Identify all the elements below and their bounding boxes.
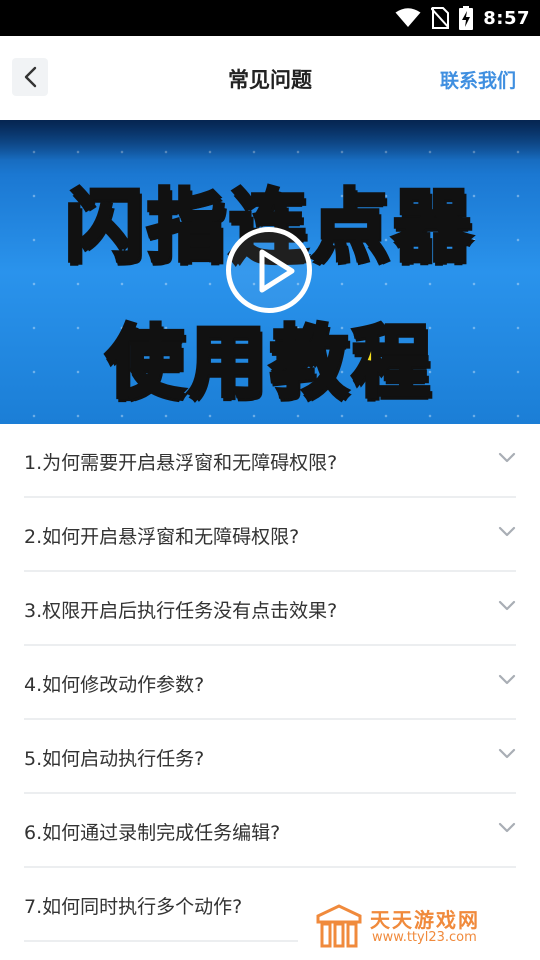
play-icon <box>259 249 295 293</box>
chevron-down-icon <box>498 674 516 685</box>
watermark-url: www.ttyl23.com <box>372 930 477 945</box>
faq-question: 2.如何开启悬浮窗和无障碍权限? <box>24 526 300 548</box>
watermark-logo-icon <box>316 904 362 948</box>
battery-charging-icon <box>459 6 474 30</box>
faq-item[interactable]: 5.如何启动执行任务? <box>24 720 516 794</box>
status-icons: 8:57 <box>395 0 530 36</box>
faq-question: 6.如何通过录制完成任务编辑? <box>24 822 281 844</box>
banner-top-shade <box>0 120 540 160</box>
no-sim-icon <box>431 7 450 29</box>
faq-question: 1.为何需要开启悬浮窗和无障碍权限? <box>24 452 338 474</box>
top-nav-bar: 常见问题 联系我们 <box>0 36 540 120</box>
chevron-down-icon <box>498 600 516 611</box>
faq-question: 5.如何启动执行任务? <box>24 748 205 770</box>
chevron-down-icon <box>498 526 516 537</box>
contact-us-link[interactable]: 联系我们 <box>440 66 516 93</box>
status-time: 8:57 <box>483 7 530 29</box>
chevron-down-icon <box>498 748 516 759</box>
faq-item[interactable]: 4.如何修改动作参数? <box>24 646 516 720</box>
chevron-down-icon <box>498 452 516 463</box>
chevron-down-icon <box>498 822 516 833</box>
faq-list: 1.为何需要开启悬浮窗和无障碍权限? 2.如何开启悬浮窗和无障碍权限? 3.权限… <box>24 424 516 942</box>
site-watermark: 天天游戏网 www.ttyl23.com <box>314 902 500 952</box>
faq-question: 3.权限开启后执行任务没有点击效果? <box>24 600 338 622</box>
faq-item[interactable]: 3.权限开启后执行任务没有点击效果? <box>24 572 516 646</box>
faq-item[interactable]: 1.为何需要开启悬浮窗和无障碍权限? <box>24 424 516 498</box>
play-video-button[interactable] <box>226 227 312 313</box>
status-bar: 8:57 <box>0 0 540 36</box>
faq-item[interactable]: 2.如何开启悬浮窗和无障碍权限? <box>24 498 516 572</box>
faq-question: 4.如何修改动作参数? <box>24 674 205 696</box>
faq-question: 7.如何同时执行多个动作? <box>24 896 243 918</box>
faq-item[interactable]: 6.如何通过录制完成任务编辑? <box>24 794 516 868</box>
wifi-icon <box>395 8 421 27</box>
banner-title-line2: 使用教程 <box>104 316 434 410</box>
watermark-brand: 天天游戏网 <box>370 908 480 932</box>
